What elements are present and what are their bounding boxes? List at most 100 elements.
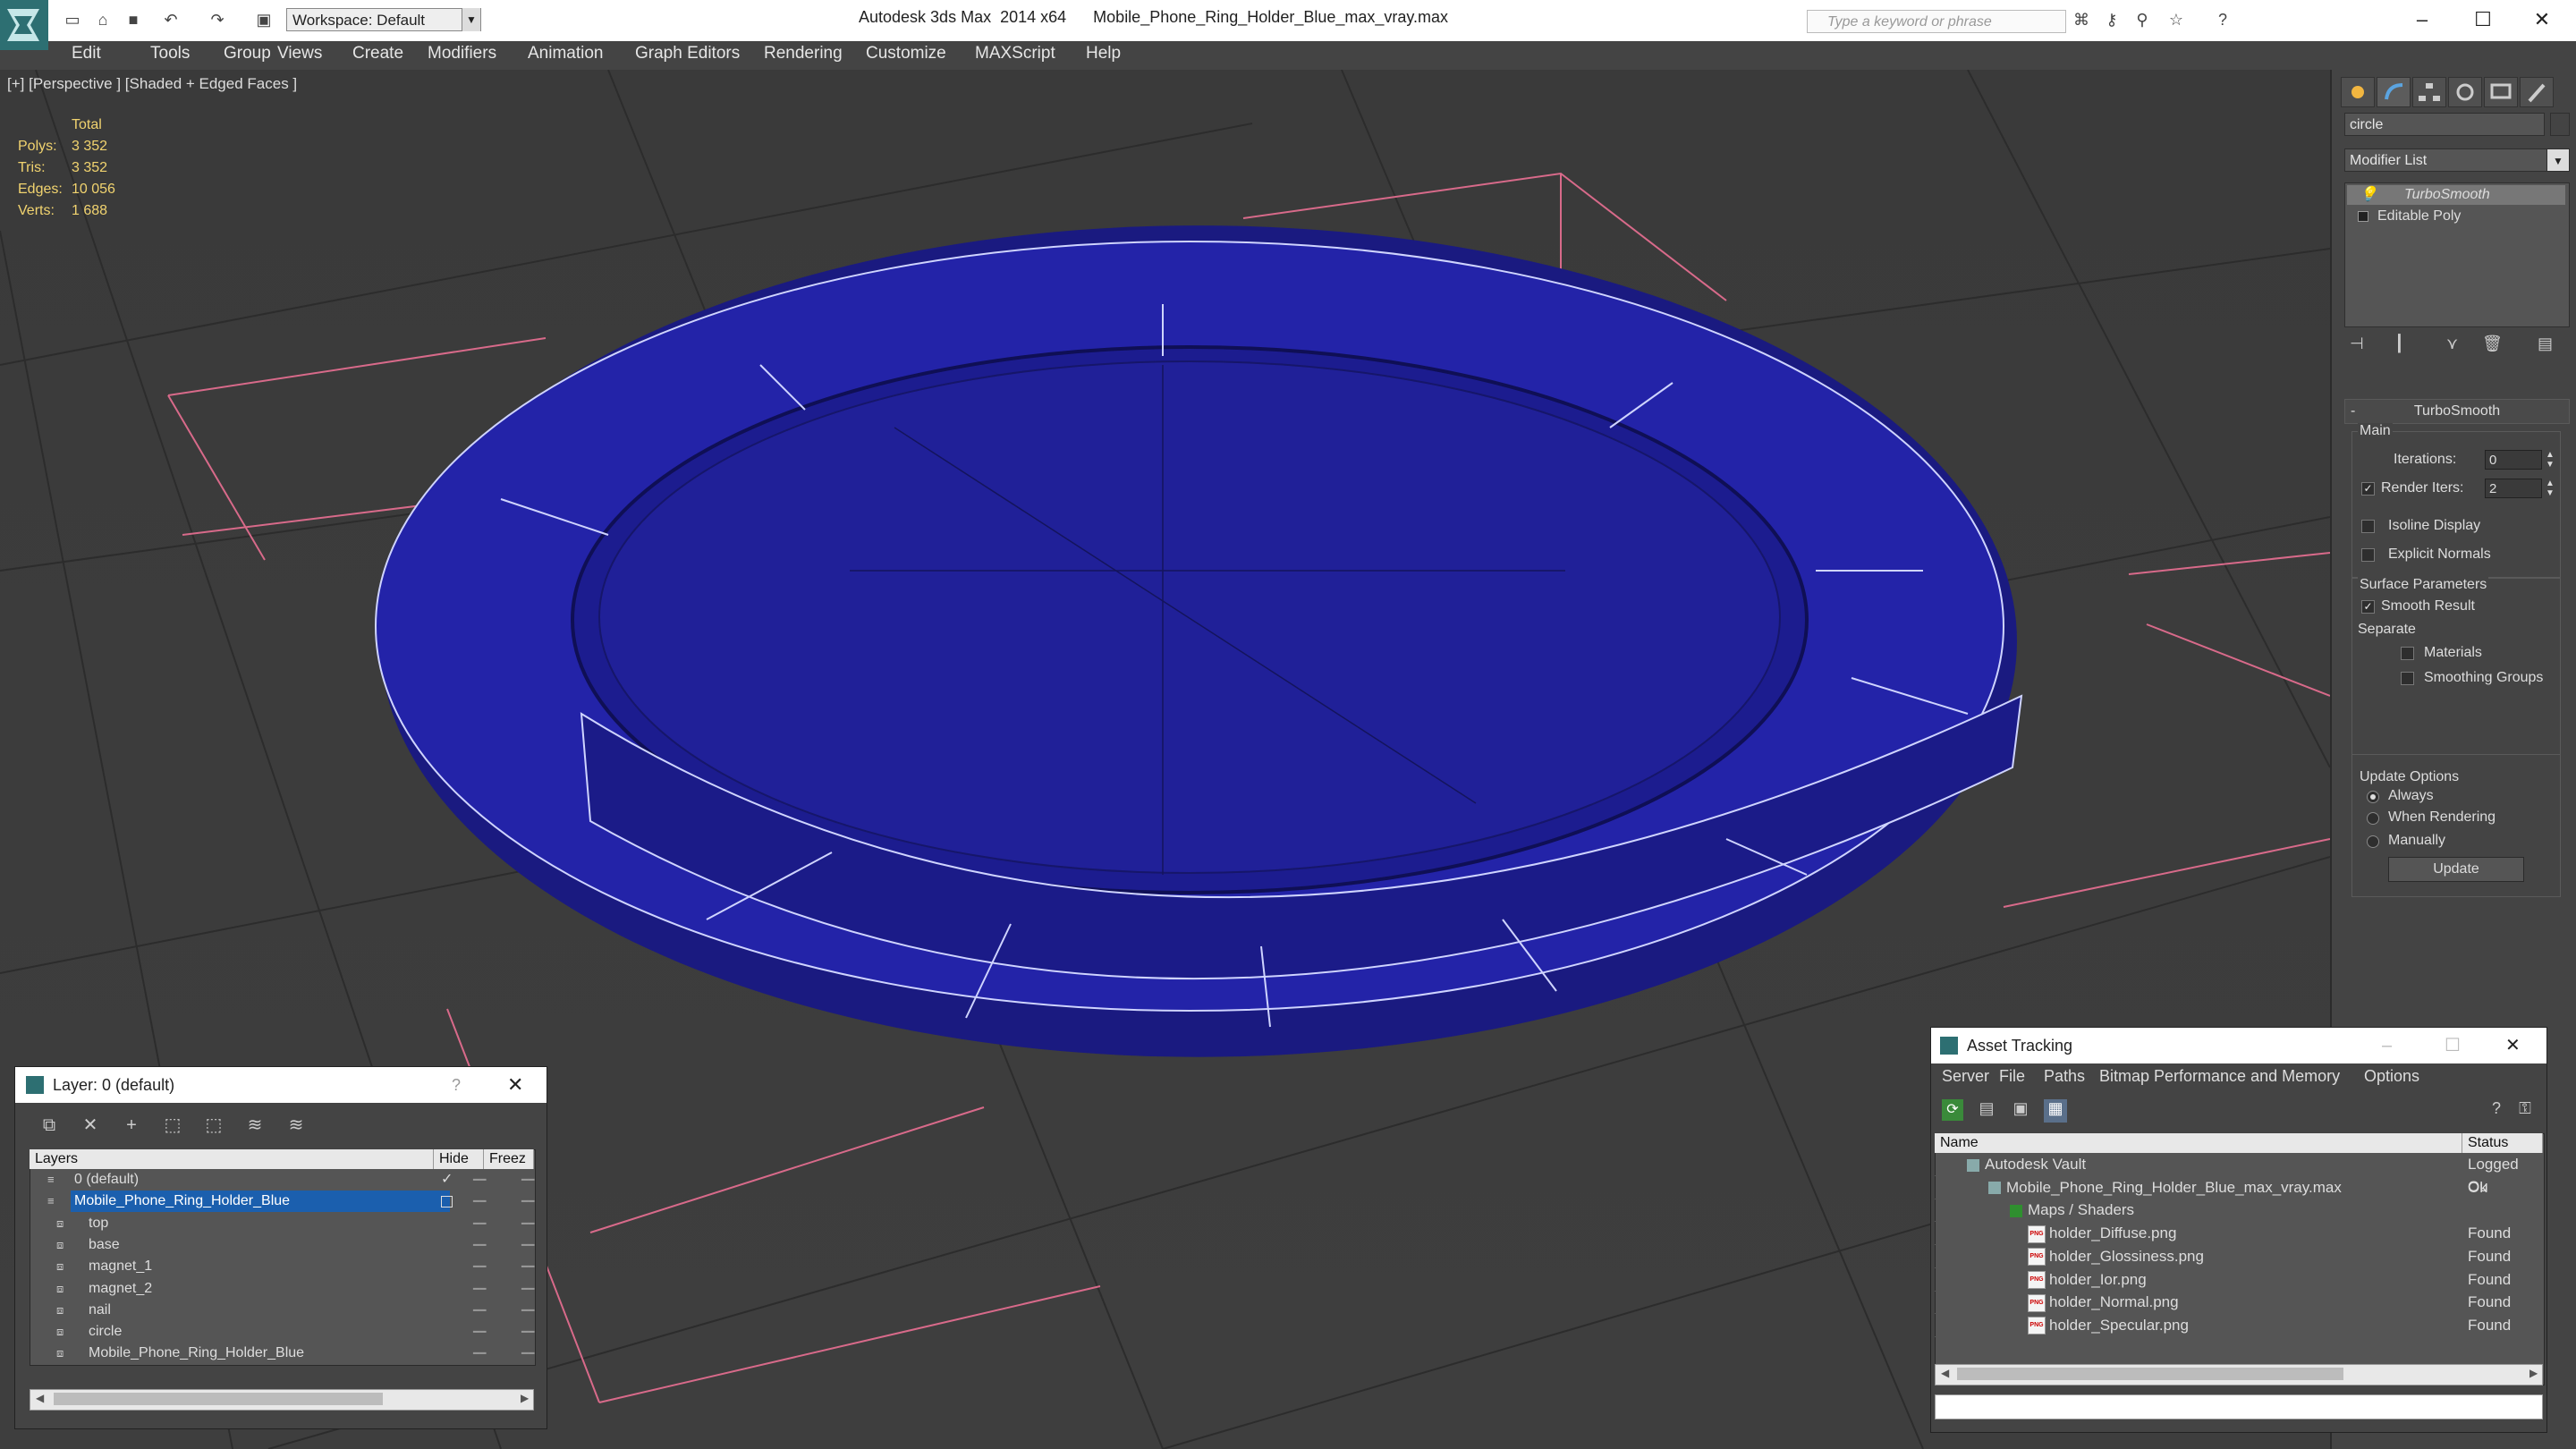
layer-row[interactable]: ⧈ circle ━━ ━━: [30, 1321, 534, 1343]
add-to-layer-icon[interactable]: +: [119, 1114, 144, 1137]
display-tab-icon[interactable]: [2484, 77, 2518, 107]
remove-modifier-icon[interactable]: 🗑: [2482, 335, 2503, 353]
asset-horizontal-scrollbar[interactable]: ◀ ▶: [1935, 1364, 2543, 1385]
layers-column-header[interactable]: Layers: [30, 1149, 434, 1169]
menu-customize[interactable]: Customize: [866, 44, 946, 64]
asset-row[interactable]: Autodesk Vault Logged Ou: [1935, 1153, 2543, 1195]
favorites-star-icon[interactable]: ☆: [2166, 10, 2186, 30]
vault-login-icon[interactable]: ⚿: [2514, 1099, 2536, 1121]
create-layer-icon[interactable]: ⧉: [37, 1114, 62, 1137]
hide-toggle[interactable]: ━━: [473, 1169, 486, 1191]
undo-icon[interactable]: ↶: [161, 10, 181, 30]
modify-tab-icon[interactable]: [2377, 77, 2411, 107]
freeze-column-header[interactable]: Freez: [484, 1149, 534, 1169]
scroll-left-icon[interactable]: ◀: [1941, 1367, 1949, 1379]
image-view-icon[interactable]: ▣: [2010, 1099, 2031, 1121]
binoculars-icon[interactable]: ⌘: [2072, 10, 2091, 30]
hide-toggle[interactable]: ━━: [473, 1300, 486, 1321]
save-icon[interactable]: ■: [123, 10, 143, 30]
configure-modifier-sets-icon[interactable]: ▤: [2538, 335, 2553, 353]
minimize-button[interactable]: –: [2382, 1028, 2392, 1063]
close-button[interactable]: ✕: [2505, 1028, 2521, 1063]
menu-create[interactable]: Create: [352, 44, 403, 64]
modifier-list-dropdown[interactable]: Modifier List: [2344, 148, 2561, 172]
layer-row[interactable]: ⧈ magnet_2 ━━ ━━: [30, 1278, 534, 1300]
show-end-result-icon[interactable]: ┃: [2394, 335, 2404, 353]
list-view-icon[interactable]: ▤: [1976, 1099, 1997, 1121]
layer-row[interactable]: ⧈ nail ━━ ━━: [30, 1300, 534, 1321]
chevron-down-icon[interactable]: ▼: [462, 8, 480, 31]
asset-row[interactable]: PNG holder_Ior.png Found: [1935, 1268, 2543, 1292]
pin-stack-icon[interactable]: ⊣: [2350, 335, 2364, 353]
asset-row[interactable]: PNG holder_Diffuse.png Found: [1935, 1222, 2543, 1246]
asset-row[interactable]: Mobile_Phone_Ring_Holder_Blue_max_vray.m…: [1935, 1176, 2543, 1199]
hide-toggle[interactable]: ━━: [473, 1256, 486, 1277]
menu-animation[interactable]: Animation: [528, 44, 604, 64]
delete-layer-icon[interactable]: ✕: [78, 1114, 103, 1137]
layer-row[interactable]: ⧈ top ━━ ━━: [30, 1213, 534, 1234]
iterations-spinner[interactable]: 0: [2485, 450, 2542, 470]
hierarchy-tab-icon[interactable]: [2412, 77, 2446, 107]
smoothing-groups-checkbox[interactable]: [2401, 672, 2414, 685]
asset-menu-bitmap-performance-and-memory[interactable]: Bitmap Performance and Memory: [2099, 1067, 2340, 1086]
scroll-right-icon[interactable]: ▶: [2529, 1367, 2538, 1379]
scroll-right-icon[interactable]: ▶: [521, 1392, 529, 1404]
table-view-icon[interactable]: ▦: [2044, 1099, 2067, 1123]
menu-tools[interactable]: Tools: [150, 44, 190, 64]
key-icon[interactable]: ⚷: [2102, 10, 2122, 30]
hide-toggle[interactable]: ━━: [473, 1321, 486, 1343]
asset-menu-paths[interactable]: Paths: [2044, 1067, 2085, 1086]
stack-item-editable-poly[interactable]: Editable Poly: [2347, 207, 2565, 226]
materials-checkbox[interactable]: [2401, 647, 2414, 660]
bulb-icon[interactable]: 💡: [2360, 185, 2377, 205]
menu-maxscript[interactable]: MAXScript: [975, 44, 1055, 64]
menu-group[interactable]: Group: [224, 44, 271, 64]
manually-radio[interactable]: [2367, 835, 2379, 848]
layer-row[interactable]: ≡ 0 (default) ✓ ━━ ━━: [30, 1169, 534, 1191]
menu-help[interactable]: Help: [1086, 44, 1121, 64]
workspace-dropdown[interactable]: Workspace: Default: [286, 8, 481, 31]
select-objects-icon[interactable]: ⬚: [160, 1114, 185, 1137]
asset-row[interactable]: Maps / Shaders: [1935, 1199, 2543, 1223]
make-unique-icon[interactable]: ⋎: [2446, 335, 2458, 353]
layer-dialog-titlebar[interactable]: Layer: 0 (default) ? ✕: [15, 1067, 547, 1103]
menu-edit[interactable]: Edit: [72, 44, 101, 64]
hide-toggle[interactable]: ━━: [473, 1343, 486, 1364]
freeze-toggle[interactable]: ━━: [521, 1321, 534, 1343]
asset-path-field[interactable]: [1935, 1394, 2543, 1419]
hide-all-icon[interactable]: ≋: [242, 1114, 267, 1137]
motion-tab-icon[interactable]: [2448, 77, 2482, 107]
freeze-toggle[interactable]: ━━: [521, 1343, 534, 1364]
spinner-arrows-icon[interactable]: ▲ ▼: [2544, 479, 2556, 498]
isoline-display-checkbox[interactable]: [2361, 520, 2375, 533]
freeze-toggle[interactable]: ━━: [521, 1213, 534, 1234]
stack-item-turbosmooth[interactable]: 💡 TurboSmooth: [2347, 185, 2565, 205]
search-input[interactable]: Type a keyword or phrase: [1807, 10, 2066, 33]
help-icon[interactable]: ?: [2213, 10, 2233, 30]
help-icon[interactable]: ?: [2486, 1099, 2507, 1121]
chevron-down-icon[interactable]: ▼: [2546, 148, 2570, 172]
refresh-icon[interactable]: ⟳: [1942, 1099, 1963, 1121]
open-file-icon[interactable]: ⌂: [93, 10, 113, 30]
communication-center-icon[interactable]: ⚲: [2132, 10, 2152, 30]
object-name-field[interactable]: circle: [2344, 113, 2545, 136]
scrollbar-thumb[interactable]: [54, 1393, 383, 1405]
close-button[interactable]: ✕: [2515, 5, 2569, 34]
utilities-tab-icon[interactable]: [2520, 77, 2554, 107]
viewport-label[interactable]: [+] [Perspective ] [Shaded + Edged Faces…: [7, 75, 297, 93]
maximize-button[interactable]: ☐: [2456, 5, 2510, 34]
hide-toggle[interactable]: ━━: [473, 1213, 486, 1234]
highlight-selected-icon[interactable]: ⬚: [201, 1114, 226, 1137]
asset-menu-server[interactable]: Server: [1942, 1067, 1989, 1086]
hide-column-header[interactable]: Hide: [434, 1149, 484, 1169]
update-button[interactable]: Update: [2388, 857, 2524, 882]
minimize-button[interactable]: –: [2395, 5, 2449, 34]
spinner-arrows-icon[interactable]: ▲ ▼: [2544, 450, 2556, 470]
layer-row[interactable]: ⧈ Mobile_Phone_Ring_Holder_Blue ━━ ━━: [30, 1343, 534, 1364]
redo-icon[interactable]: ↷: [208, 10, 227, 30]
hide-toggle[interactable]: ━━: [473, 1234, 486, 1256]
hide-toggle[interactable]: ━━: [473, 1191, 486, 1212]
always-radio[interactable]: [2367, 791, 2379, 803]
create-tab-icon[interactable]: [2341, 77, 2375, 107]
asset-row[interactable]: PNG holder_Normal.png Found: [1935, 1291, 2543, 1315]
